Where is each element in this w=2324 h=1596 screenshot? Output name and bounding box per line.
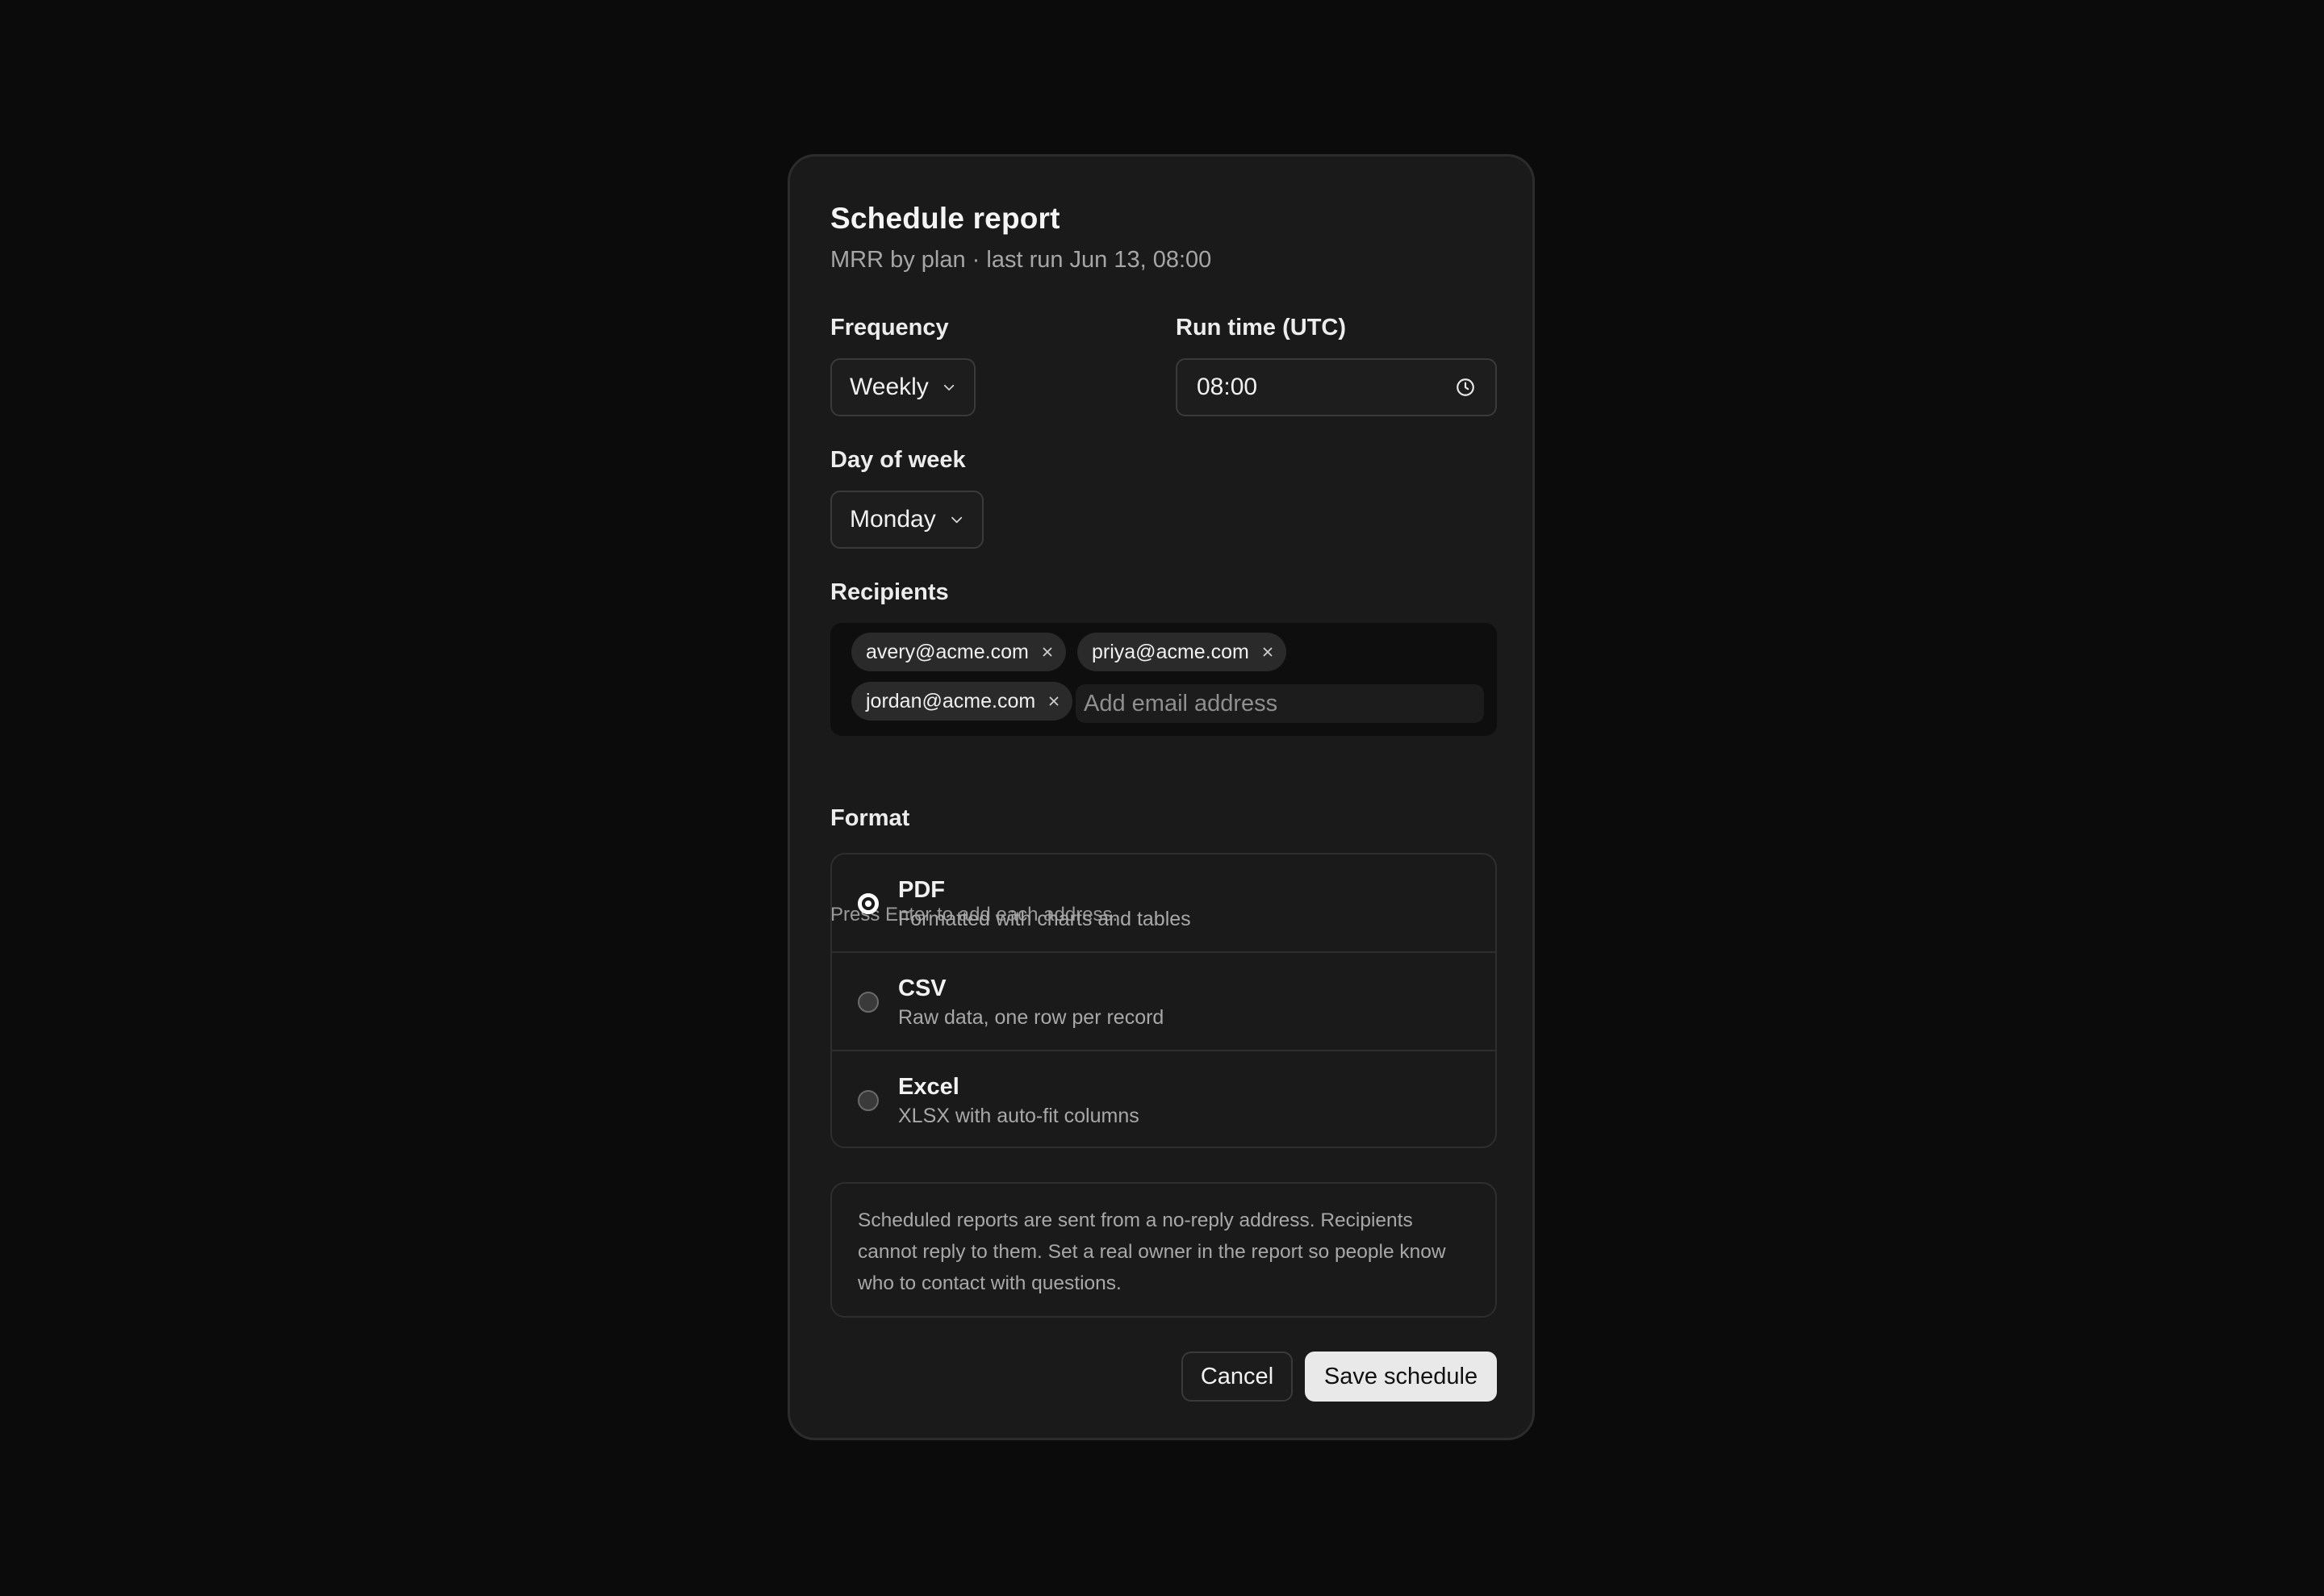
save-schedule-button[interactable]: Save schedule (1305, 1352, 1497, 1402)
clock-icon[interactable] (1455, 377, 1476, 398)
frequency-value: Weekly (850, 374, 929, 400)
dialog-title: Schedule report (830, 202, 1060, 235)
recipient-chip: jordan@acme.com (851, 682, 1073, 721)
frequency-label: Frequency (830, 315, 949, 341)
recipients-label: Recipients (830, 579, 949, 605)
day-of-week-label: Day of week (830, 447, 966, 473)
format-label: Format (830, 805, 910, 831)
format-option-name: PDF (898, 877, 945, 903)
cancel-button[interactable]: Cancel (1181, 1352, 1293, 1402)
run-time-input[interactable]: 08:00 (1176, 358, 1497, 416)
close-icon[interactable] (1047, 694, 1061, 708)
schedule-report-dialog: Schedule report MRR by plan · last run J… (788, 154, 1535, 1440)
recipient-chip-email: avery@acme.com (866, 640, 1029, 663)
format-option-description: XLSX with auto-fit columns (898, 1105, 1139, 1127)
add-email-input[interactable] (1076, 684, 1484, 723)
no-reply-notice: Scheduled reports are sent from a no-rep… (830, 1182, 1497, 1318)
recipient-chip-email: priya@acme.com (1092, 640, 1249, 663)
format-option-description: Raw data, one row per record (898, 1006, 1164, 1029)
radio-checked[interactable] (858, 893, 879, 914)
format-option-description: Formatted with charts and tables (898, 908, 1191, 930)
radio-unchecked[interactable] (858, 992, 879, 1013)
format-option-name: Excel (898, 1074, 959, 1100)
close-icon[interactable] (1040, 645, 1055, 659)
format-option-excel[interactable]: Excel XLSX with auto-fit columns (832, 1051, 1495, 1147)
frequency-select[interactable]: Weekly (830, 358, 976, 416)
run-time-value: 08:00 (1197, 374, 1258, 400)
run-time-label: Run time (UTC) (1176, 315, 1347, 341)
close-icon[interactable] (1260, 645, 1275, 659)
radio-unchecked[interactable] (858, 1090, 879, 1111)
recipient-chip: priya@acme.com (1077, 633, 1286, 671)
format-option-name: CSV (898, 976, 947, 1001)
chevron-down-icon (951, 516, 962, 524)
chevron-down-icon (943, 384, 955, 391)
format-radio-group: PDF Formatted with charts and tables CSV… (830, 853, 1497, 1148)
recipients-field[interactable]: avery@acme.com priya@acme.com jordan@acm… (830, 623, 1497, 736)
format-option-pdf[interactable]: PDF Formatted with charts and tables (832, 854, 1495, 953)
day-of-week-value: Monday (850, 506, 936, 533)
day-of-week-select[interactable]: Monday (830, 491, 984, 549)
dialog-subtitle: MRR by plan · last run Jun 13, 08:00 (830, 247, 1212, 273)
recipient-chip-email: jordan@acme.com (866, 689, 1036, 712)
recipient-chip: avery@acme.com (851, 633, 1066, 671)
format-option-csv[interactable]: CSV Raw data, one row per record (832, 953, 1495, 1051)
